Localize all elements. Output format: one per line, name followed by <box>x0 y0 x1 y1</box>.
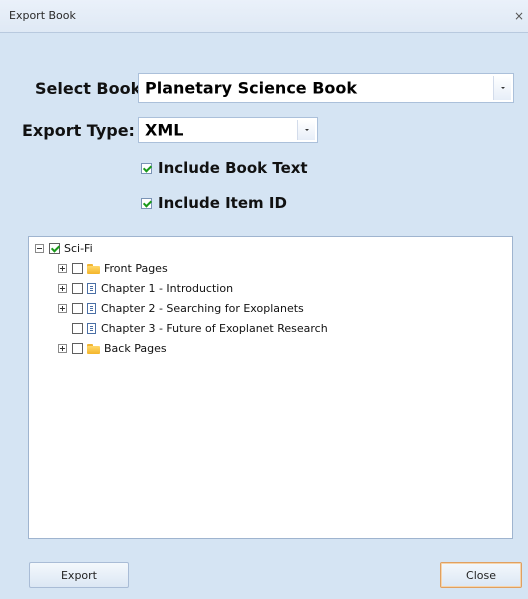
close-button[interactable]: Close <box>440 562 522 588</box>
close-icon[interactable]: × <box>514 10 524 22</box>
export-type-dropdown[interactable]: XML <box>138 117 318 143</box>
include-book-text-checkbox[interactable] <box>141 162 152 174</box>
include-book-text-option[interactable]: Include Book Text <box>141 159 308 177</box>
tree-checkbox[interactable] <box>72 323 83 334</box>
export-book-dialog: Export Book × Select Book: Planetary Sci… <box>0 0 528 599</box>
book-tree[interactable]: Sci-Fi Front Pages Chapter 1 - Introduct… <box>28 236 513 539</box>
tree-checkbox[interactable] <box>72 263 83 274</box>
tree-checkbox[interactable] <box>72 283 83 294</box>
tree-checkbox[interactable] <box>72 343 83 354</box>
title-bar: Export Book × <box>0 0 528 33</box>
tree-node[interactable]: Chapter 1 - Introduction <box>58 280 233 297</box>
include-book-text-label: Include Book Text <box>158 159 308 177</box>
document-icon <box>87 323 96 334</box>
select-book-dropdown[interactable]: Planetary Science Book <box>138 73 514 103</box>
include-item-id-label: Include Item ID <box>158 194 287 212</box>
export-type-label: Export Type: <box>22 121 135 140</box>
tree-node-label: Chapter 2 - Searching for Exoplanets <box>101 302 304 315</box>
expand-icon[interactable] <box>58 284 67 293</box>
expand-icon[interactable] <box>58 304 67 313</box>
tree-checkbox[interactable] <box>49 243 60 254</box>
tree-node-label: Back Pages <box>104 342 167 355</box>
document-icon <box>87 283 96 294</box>
chevron-down-icon[interactable] <box>297 120 315 140</box>
tree-node[interactable]: Back Pages <box>58 340 167 357</box>
document-icon <box>87 303 96 314</box>
window-title: Export Book <box>9 9 76 22</box>
tree-node[interactable]: Front Pages <box>58 260 168 277</box>
expand-icon[interactable] <box>58 344 67 353</box>
tree-node-label: Sci-Fi <box>64 242 93 255</box>
select-book-value: Planetary Science Book <box>145 78 358 98</box>
export-button[interactable]: Export <box>29 562 129 588</box>
folder-icon <box>87 343 100 354</box>
include-item-id-option[interactable]: Include Item ID <box>141 194 287 212</box>
tree-node[interactable]: Chapter 2 - Searching for Exoplanets <box>58 300 304 317</box>
select-book-label: Select Book: <box>35 79 148 98</box>
tree-node-label: Chapter 1 - Introduction <box>101 282 234 295</box>
tree-node-root[interactable]: Sci-Fi <box>35 240 93 257</box>
chevron-down-icon[interactable] <box>493 76 511 100</box>
tree-node-label: Chapter 3 - Future of Exoplanet Research <box>101 322 328 335</box>
tree-node-label: Front Pages <box>104 262 168 275</box>
tree-checkbox[interactable] <box>72 303 83 314</box>
folder-icon <box>87 263 100 274</box>
export-type-value: XML <box>145 120 184 140</box>
include-item-id-checkbox[interactable] <box>141 197 152 209</box>
collapse-icon[interactable] <box>35 244 44 253</box>
expand-icon[interactable] <box>58 264 67 273</box>
tree-node[interactable]: Chapter 3 - Future of Exoplanet Research <box>58 320 328 337</box>
